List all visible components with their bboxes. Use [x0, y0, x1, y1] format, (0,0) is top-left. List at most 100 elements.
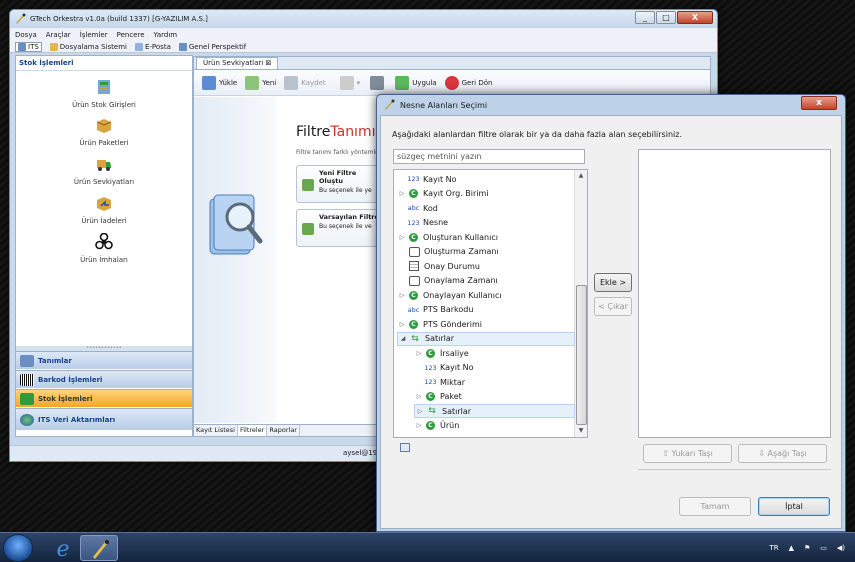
- remove-button[interactable]: < Çıkar: [594, 297, 632, 316]
- tab-close-icon[interactable]: ⊠: [265, 59, 271, 67]
- perspective-dosyalama[interactable]: Dosyalama Sistemi: [49, 42, 127, 51]
- menu-islemler[interactable]: İşlemler: [80, 31, 108, 39]
- accordion-its-veri-label: ITS Veri Aktarımları: [38, 415, 116, 424]
- selected-fields-list[interactable]: [638, 149, 831, 438]
- back-button[interactable]: Geri Dön: [444, 75, 492, 90]
- start-button[interactable]: [3, 534, 33, 562]
- product-shipments-item[interactable]: Ürün Sevkiyatları: [16, 155, 192, 186]
- tree-item[interactable]: abc PTS Barkodu: [397, 303, 575, 317]
- expand-arrow-icon[interactable]: ◢: [398, 335, 408, 342]
- taskbar-app-orkestra[interactable]: [80, 535, 118, 561]
- internet-explorer-icon[interactable]: e: [44, 535, 82, 561]
- apply-button[interactable]: Uygula: [395, 75, 437, 90]
- tree-item[interactable]: Oluşturma Zamanı: [397, 245, 575, 259]
- collapse-all-icon[interactable]: [400, 443, 410, 452]
- expand-arrow-icon[interactable]: ▷: [397, 234, 407, 241]
- tree-item[interactable]: ▷ C Ürün: [414, 419, 575, 433]
- tree-item[interactable]: 123 Kayıt No: [397, 172, 575, 186]
- tree-item[interactable]: ◢ ⇆ Satırlar: [397, 331, 575, 346]
- tree-item[interactable]: Onaylama Zamanı: [397, 274, 575, 288]
- perspective-its[interactable]: ITS: [15, 41, 42, 52]
- expand-arrow-icon[interactable]: ▷: [414, 422, 424, 429]
- link-icon: ⇆: [411, 333, 419, 344]
- accordion-stok[interactable]: Stok İşlemleri: [16, 389, 192, 407]
- tree-item-label: Miktar: [440, 377, 466, 387]
- tree-item[interactable]: 123 Miktar: [414, 375, 575, 389]
- expand-arrow-icon[interactable]: ▷: [414, 393, 424, 400]
- accordion-tanimlar[interactable]: Tanımlar: [16, 351, 192, 369]
- network-icon[interactable]: ▭: [820, 544, 827, 552]
- maximize-button[interactable]: □: [656, 11, 676, 24]
- move-up-label: Yukarı Taşı: [671, 449, 713, 458]
- tree-item[interactable]: ▷ C PTS Gönderimi: [397, 317, 575, 331]
- tab-raporlar[interactable]: Raporlar: [267, 425, 300, 436]
- minimize-button[interactable]: _: [635, 11, 655, 24]
- product-packages-item[interactable]: Ürün Paketleri: [16, 116, 192, 147]
- text-icon: abc: [407, 305, 420, 314]
- expand-arrow-icon[interactable]: ▷: [397, 190, 407, 197]
- new-button[interactable]: Yeni: [245, 75, 276, 90]
- save-button[interactable]: Kaydet: [284, 75, 326, 90]
- tree-item[interactable]: ▷ ⇆ Satırlar: [414, 404, 575, 418]
- perspective-its-label: ITS: [28, 42, 39, 51]
- flag-icon[interactable]: ⚑: [804, 544, 810, 552]
- new-filter-option[interactable]: Yeni Filtre Oluştu Bu seçenek ile ye: [296, 165, 386, 203]
- tree-item[interactable]: Onay Durumu: [397, 259, 575, 273]
- tree-item[interactable]: ▷ C İrsaliye: [414, 346, 575, 360]
- new-icon: [245, 75, 260, 90]
- ok-button[interactable]: Tamam: [679, 497, 751, 516]
- accordion-its-veri[interactable]: ITS Veri Aktarımları: [16, 408, 192, 430]
- move-down-button[interactable]: ⇩ Aşağı Taşı: [738, 444, 827, 463]
- tree-item-label: Oluşturan Kullanıcı: [423, 232, 498, 242]
- perspective-eposta[interactable]: E-Posta: [134, 42, 171, 51]
- print-button[interactable]: [370, 75, 387, 90]
- expand-arrow-icon[interactable]: ▷: [397, 292, 407, 299]
- menu-dosya[interactable]: Dosya: [15, 31, 37, 39]
- load-button[interactable]: Yükle: [202, 75, 237, 90]
- main-title-bar[interactable]: GTech Orkestra v1.0a (build 1337) [G-YAZ…: [10, 10, 717, 28]
- dialog-close-button[interactable]: x: [801, 96, 837, 110]
- close-button[interactable]: X: [677, 11, 713, 24]
- tree-item[interactable]: 123 Nesne: [397, 216, 575, 230]
- tab-filtreler[interactable]: Filtreler: [237, 425, 268, 436]
- menu-pencere[interactable]: Pencere: [117, 31, 145, 39]
- tree-item[interactable]: ▷ C Onaylayan Kullanıcı: [397, 288, 575, 302]
- stock-entries-item[interactable]: Ürün Stok Girişleri: [16, 78, 192, 109]
- tree-scrollbar[interactable]: ▲ ▼: [574, 170, 587, 437]
- tab-urun-sevkiyatlari[interactable]: Ürün Sevkiyatları ⊠: [196, 57, 279, 69]
- accordion-barkod[interactable]: Barkod İşlemleri: [16, 370, 192, 388]
- expand-arrow-icon[interactable]: ▷: [415, 408, 425, 415]
- add-button[interactable]: Ekle >: [594, 273, 632, 292]
- cancel-button[interactable]: İptal: [758, 497, 830, 516]
- tree-item[interactable]: abc Kod: [397, 201, 575, 215]
- expand-arrow-icon[interactable]: ▷: [414, 350, 424, 357]
- tab-label: Ürün Sevkiyatları: [203, 59, 264, 67]
- tray-expand-icon[interactable]: ▲: [789, 544, 794, 552]
- language-indicator[interactable]: TR: [769, 544, 778, 552]
- tree-item[interactable]: ▷ C Paket: [414, 390, 575, 404]
- available-fields-tree[interactable]: ▲ ▼ 123 Kayıt No ▷ C Kayıt Org. Birimi abc Kod…: [393, 169, 588, 438]
- tab-kayit-listesi[interactable]: Kayıt Listesi: [194, 425, 238, 436]
- product-returns-item[interactable]: Ürün İadeleri: [16, 194, 192, 225]
- tree-item[interactable]: ▷ C Oluşturan Kullanıcı: [397, 230, 575, 244]
- menu-araclar[interactable]: Araçlar: [46, 31, 71, 39]
- product-disposals-item[interactable]: Ürün İmhaları: [16, 232, 192, 264]
- tree-item-label: Onaylayan Kullanıcı: [423, 290, 502, 300]
- dialog-title-bar[interactable]: Nesne Alanları Seçimi: [377, 95, 845, 115]
- perspective-genel[interactable]: Genel Perspektif: [178, 42, 246, 51]
- tree-item-label: Kayıt No: [423, 174, 457, 184]
- tree-item[interactable]: ▷ C Kayıt Org. Birimi: [397, 187, 575, 201]
- move-up-button[interactable]: ⇧ Yukarı Taşı: [643, 444, 732, 463]
- menu-yardim[interactable]: Yardım: [154, 31, 178, 39]
- tree-item[interactable]: 123 Kayıt No: [414, 361, 575, 375]
- filter-text-input[interactable]: süzgeç metnini yazın: [393, 149, 585, 164]
- expand-arrow-icon[interactable]: ▷: [397, 321, 407, 328]
- dialog-separator: [638, 469, 831, 470]
- volume-icon[interactable]: ◀): [837, 544, 845, 552]
- scroll-up-arrow[interactable]: ▲: [575, 170, 587, 182]
- scroll-thumb[interactable]: [576, 285, 587, 425]
- default-filter-option[interactable]: Varsayılan Filtre Bu seçenek ile ve: [296, 209, 386, 247]
- scroll-down-arrow[interactable]: ▼: [575, 425, 587, 437]
- edit-dropdown-button[interactable]: ▾: [339, 75, 360, 90]
- tree-item-label: Nesne: [423, 218, 449, 227]
